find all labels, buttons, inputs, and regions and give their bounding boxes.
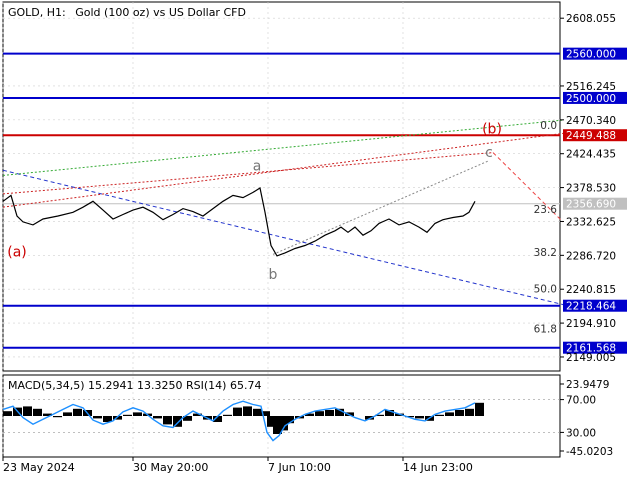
macd-bar bbox=[243, 406, 252, 416]
macd-bar bbox=[63, 412, 72, 416]
trend-lines bbox=[2, 119, 564, 306]
macd-bar bbox=[315, 411, 324, 416]
macd-bar bbox=[223, 414, 232, 416]
macd-bar bbox=[93, 416, 102, 419]
macd-bar bbox=[465, 408, 474, 416]
macd-bar bbox=[133, 412, 142, 416]
wave-label: (b) bbox=[482, 121, 502, 137]
macd-bar bbox=[33, 408, 42, 416]
wave-labels: (a) a b (b) c bbox=[7, 121, 502, 282]
macd-bar bbox=[153, 416, 162, 419]
macd-bar bbox=[325, 410, 334, 416]
price-series[interactable] bbox=[2, 187, 476, 257]
wave-label: b bbox=[269, 267, 278, 283]
level-label: 2500.000 bbox=[566, 93, 616, 105]
indicator-series bbox=[2, 399, 560, 442]
price-tick-label: 2194.910 bbox=[566, 318, 616, 330]
fib-label: 61.8 bbox=[534, 324, 557, 336]
level-label: 2560.000 bbox=[566, 49, 616, 61]
chart-title: GOLD, H1: Gold (100 oz) vs US Dollar CFD bbox=[8, 6, 246, 19]
level-label: 2449.488 bbox=[566, 130, 616, 142]
horizontal-levels: 2560.000 2500.000 2449.488 2356.690 2218.464… bbox=[3, 47, 627, 355]
macd-bar bbox=[233, 407, 242, 416]
level-label: 2356.690 bbox=[566, 199, 616, 211]
time-axis: 23 May 2024 30 May 20:00 7 Jun 10:00 14 Jun… bbox=[2, 457, 473, 474]
price-tick-label: 2516.245 bbox=[566, 81, 616, 93]
wave-label: c bbox=[485, 145, 493, 161]
fib-label: 38.2 bbox=[534, 247, 557, 259]
time-tick-label: 30 May 20:00 bbox=[133, 461, 208, 474]
wave-label: (a) bbox=[7, 245, 27, 261]
fib-label: 50.0 bbox=[534, 284, 557, 296]
trading-chart[interactable]: 2560.000 2500.000 2449.488 2356.690 2218.464… bbox=[0, 0, 640, 480]
rsi-line bbox=[2, 400, 476, 442]
price-axis: 23.9479 70.00 30.00 -45.0203 2608.055 2516.24… bbox=[560, 13, 616, 458]
macd-bar bbox=[475, 402, 484, 416]
price-tick-label: 2470.340 bbox=[566, 115, 616, 127]
time-tick-label: 23 May 2024 bbox=[3, 461, 75, 474]
macd-bar bbox=[123, 414, 132, 416]
macd-bar bbox=[73, 408, 82, 416]
indicator-label: MACD(5,34,5) 15.2941 13.3250 RSI(14) 65.… bbox=[8, 379, 261, 392]
fibonacci-levels: 0.0 23.6 38.2 50.0 61.8 bbox=[534, 120, 558, 336]
wave-label: a bbox=[253, 158, 262, 174]
chart-description: Gold (100 oz) vs US Dollar CFD bbox=[75, 6, 246, 19]
indicator-tick-label: 23.9479 bbox=[566, 379, 609, 391]
macd-bar bbox=[253, 408, 262, 416]
trend-line bbox=[2, 119, 564, 176]
price-tick-label: 2286.720 bbox=[566, 250, 616, 262]
time-tick-label: 7 Jun 10:00 bbox=[268, 461, 331, 474]
chart-symbol: GOLD, H1: bbox=[8, 6, 66, 19]
price-tick-label: 2424.435 bbox=[566, 149, 616, 161]
price-tick-label: 2378.530 bbox=[566, 183, 616, 195]
macd-bar bbox=[163, 416, 172, 425]
trend-line bbox=[272, 160, 490, 255]
macd-bar bbox=[23, 406, 32, 416]
price-tick-label: 2240.815 bbox=[566, 284, 616, 296]
price-line bbox=[2, 187, 476, 257]
macd-bar bbox=[53, 416, 62, 418]
main-panel-frame bbox=[2, 1, 561, 372]
indicator-tick-label: -45.0203 bbox=[566, 446, 613, 458]
price-tick-label: 2149.005 bbox=[566, 352, 616, 364]
indicator-tick-label: 30.00 bbox=[566, 427, 596, 439]
fib-label: 23.6 bbox=[534, 204, 558, 216]
indicator-tick-label: 70.00 bbox=[566, 395, 596, 407]
macd-bar bbox=[445, 412, 454, 416]
macd-bar bbox=[455, 410, 464, 416]
fib-label: 0.0 bbox=[540, 120, 557, 132]
macd-bar bbox=[3, 411, 12, 416]
trend-line bbox=[2, 169, 564, 306]
time-tick-label: 14 Jun 23:00 bbox=[403, 461, 473, 474]
macd-bar bbox=[435, 414, 444, 416]
macd-bar bbox=[415, 416, 424, 419]
level-label: 2218.464 bbox=[566, 301, 616, 313]
price-tick-label: 2608.055 bbox=[566, 13, 616, 25]
price-tick-label: 2332.625 bbox=[566, 216, 616, 228]
chart-stage: 2560.000 2500.000 2449.488 2356.690 2218.464… bbox=[0, 0, 640, 480]
